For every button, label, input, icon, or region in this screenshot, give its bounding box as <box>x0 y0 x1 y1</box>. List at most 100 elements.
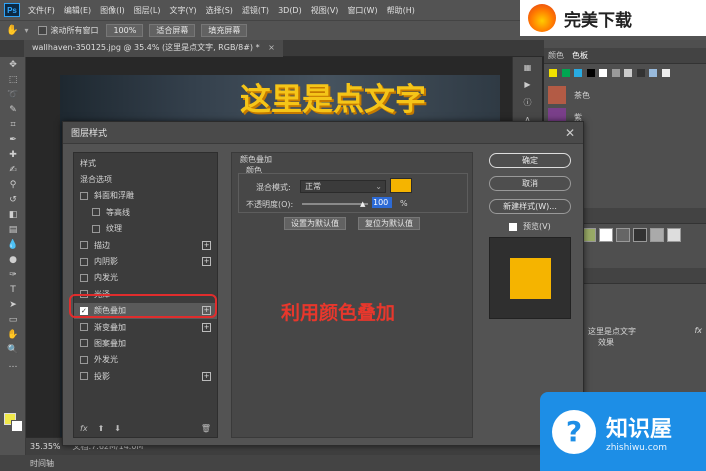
swatch-color[interactable] <box>636 69 645 77</box>
ok-button[interactable]: 确定 <box>489 153 571 168</box>
opacity-input[interactable]: 100 <box>372 197 392 208</box>
style-checkbox[interactable] <box>80 339 88 348</box>
menu-item[interactable]: 帮助(H) <box>387 5 415 16</box>
crop-tool-icon[interactable]: ⌗ <box>0 117 26 132</box>
style-list-item[interactable]: 纹理 <box>74 221 217 237</box>
eyedropper-tool-icon[interactable]: ✒ <box>0 132 26 147</box>
menu-item[interactable]: 编辑(E) <box>64 5 91 16</box>
swatch-color[interactable] <box>649 69 658 77</box>
move-tool-icon[interactable]: ✥ <box>0 57 26 72</box>
history-panel-icon[interactable]: ▦ <box>513 63 542 72</box>
reset-default-button[interactable]: 复位为默认值 <box>358 217 420 230</box>
info-panel-icon[interactable]: ⓘ <box>513 97 542 108</box>
style-list-item[interactable]: 内阴影 + <box>74 253 217 269</box>
style-checkbox[interactable] <box>80 323 88 332</box>
opacity-slider-thumb[interactable]: ▲ <box>360 200 365 208</box>
style-checkbox[interactable] <box>92 208 100 217</box>
move-down-icon[interactable]: ⬇ <box>114 424 121 433</box>
style-list-item[interactable]: 斜面和浮雕 <box>74 188 217 204</box>
blend-options-item[interactable]: 混合选项 <box>74 171 217 187</box>
style-list-item[interactable]: 渐变叠加 + <box>74 319 217 335</box>
healing-tool-icon[interactable]: ✚ <box>0 147 26 162</box>
style-checkbox[interactable] <box>80 241 88 250</box>
shape-tool-icon[interactable]: ▭ <box>0 312 26 327</box>
hand-tool-icon[interactable]: ✋ <box>0 327 26 342</box>
style-preset[interactable] <box>667 228 681 242</box>
style-preset[interactable] <box>616 228 630 242</box>
zoom-100-button[interactable]: 100% <box>106 24 144 37</box>
style-preset[interactable] <box>650 228 664 242</box>
style-checkbox[interactable] <box>92 224 100 233</box>
quick-select-tool-icon[interactable]: ✎ <box>0 102 26 117</box>
type-tool-icon[interactable]: T <box>0 282 26 297</box>
close-tab-icon[interactable]: × <box>268 43 275 52</box>
path-select-tool-icon[interactable]: ➤ <box>0 297 26 312</box>
fill-screen-button[interactable]: 填充屏幕 <box>201 24 248 37</box>
swatch-color[interactable] <box>549 69 557 77</box>
add-effect-icon[interactable]: + <box>202 371 211 381</box>
style-preset[interactable] <box>582 228 596 242</box>
pen-tool-icon[interactable]: ✑ <box>0 267 26 282</box>
new-style-button[interactable]: 新建样式(W)... <box>489 199 571 214</box>
swatch-list-item[interactable]: 茶色 <box>548 84 706 106</box>
style-preset[interactable] <box>599 228 613 242</box>
swatch-color[interactable] <box>661 69 670 77</box>
swatch-color[interactable] <box>574 69 583 77</box>
blend-mode-dropdown[interactable]: 正常 ⌄ <box>300 180 386 193</box>
close-icon[interactable]: ✕ <box>565 126 575 140</box>
style-checkbox[interactable] <box>80 257 88 266</box>
blur-tool-icon[interactable]: 💧 <box>0 237 26 252</box>
swatch-color[interactable] <box>561 69 570 77</box>
set-default-button[interactable]: 设置为默认值 <box>284 217 346 230</box>
tab-color[interactable]: 颜色 <box>548 50 564 61</box>
menu-item[interactable]: 文字(Y) <box>169 5 196 16</box>
style-checkbox[interactable] <box>80 273 88 282</box>
hand-tool-icon[interactable]: ✋ <box>6 25 18 36</box>
preview-checkbox[interactable] <box>509 222 517 231</box>
gradient-tool-icon[interactable]: ▤ <box>0 222 26 237</box>
swatch-color[interactable] <box>586 69 595 77</box>
stamp-tool-icon[interactable]: ⚲ <box>0 177 26 192</box>
history-brush-tool-icon[interactable]: ↺ <box>0 192 26 207</box>
menu-item[interactable]: 窗口(W) <box>347 5 377 16</box>
preview-toggle[interactable]: 预览(V) <box>509 221 551 232</box>
style-list-item[interactable]: 描边 + <box>74 237 217 253</box>
zoom-tool-icon[interactable]: 🔍 <box>0 342 26 357</box>
fx-menu-label[interactable]: fx <box>80 424 88 433</box>
opacity-slider-track[interactable] <box>302 203 368 205</box>
tab-swatches[interactable]: 色板 <box>572 50 588 61</box>
style-list-item[interactable]: 外发光 <box>74 352 217 368</box>
background-color-swatch[interactable] <box>11 420 23 432</box>
more-tools-icon[interactable]: … <box>0 357 26 372</box>
menu-item[interactable]: 图像(I) <box>100 5 125 16</box>
menu-item[interactable]: 3D(D) <box>278 6 302 15</box>
delete-effect-icon[interactable]: 🗑 <box>201 424 211 433</box>
scroll-all-checkbox[interactable] <box>38 26 48 35</box>
menu-item[interactable]: 图层(L) <box>134 5 161 16</box>
lasso-tool-icon[interactable]: ➰ <box>0 87 26 102</box>
eraser-tool-icon[interactable]: ◧ <box>0 207 26 222</box>
brush-tool-icon[interactable]: ✍ <box>0 162 26 177</box>
swatch-color[interactable] <box>611 69 620 77</box>
menu-item[interactable]: 文件(F) <box>28 5 55 16</box>
timeline-label[interactable]: 时间轴 <box>30 458 54 469</box>
overlay-color-swatch[interactable] <box>390 178 412 193</box>
menu-item[interactable]: 视图(V) <box>311 5 339 16</box>
swatch-color[interactable] <box>599 69 608 77</box>
play-actions-icon[interactable]: ▶ <box>513 80 542 89</box>
fit-screen-button[interactable]: 适合屏幕 <box>149 24 196 37</box>
style-checkbox[interactable] <box>80 372 88 381</box>
cancel-button[interactable]: 取消 <box>489 176 571 191</box>
style-list-item[interactable]: 投影 + <box>74 368 217 384</box>
add-effect-icon[interactable]: + <box>202 322 211 332</box>
style-list-item[interactable]: 等高线 <box>74 204 217 220</box>
add-effect-icon[interactable]: + <box>202 257 211 267</box>
move-up-icon[interactable]: ⬆ <box>98 424 105 433</box>
add-effect-icon[interactable]: + <box>202 240 211 250</box>
style-preset[interactable] <box>633 228 647 242</box>
menu-item[interactable]: 选择(S) <box>206 5 233 16</box>
dodge-tool-icon[interactable]: ● <box>0 252 26 267</box>
swatch-color[interactable] <box>624 69 633 77</box>
style-list-item[interactable]: 图案叠加 <box>74 335 217 351</box>
style-checkbox[interactable] <box>80 355 88 364</box>
